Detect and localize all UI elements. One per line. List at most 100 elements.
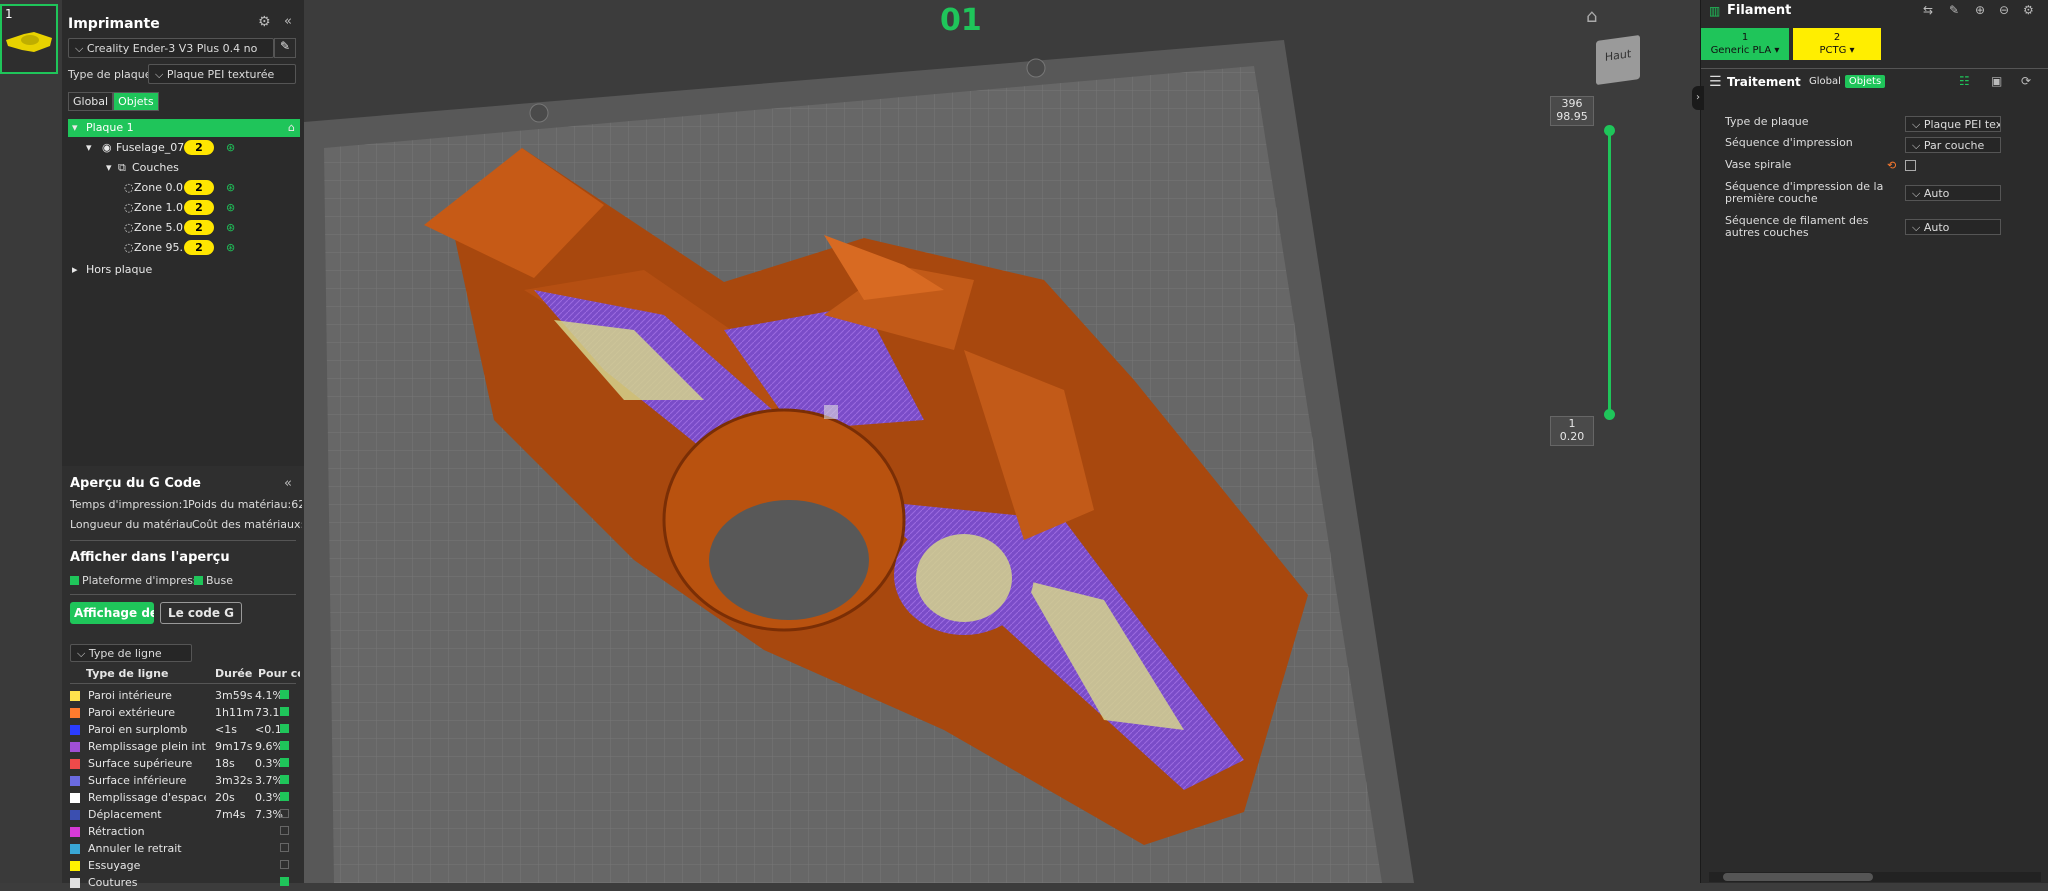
print-sequence-select[interactable]: ⌵ Par couche [1905, 137, 2001, 153]
settings-icon[interactable]: ⊛ [226, 221, 235, 234]
tree-row-off-plate[interactable]: ▸ Hors plaque [68, 261, 300, 279]
legend-visibility-checkbox[interactable] [280, 724, 289, 733]
horizontal-scrollbar[interactable] [1709, 872, 2041, 882]
show-in-preview-title: Afficher dans l'aperçu [70, 550, 230, 565]
tree-row-zone[interactable]: ◌ Zone 95. 2 ⊛ [68, 239, 300, 257]
layer-slider-bottom-handle[interactable] [1604, 409, 1615, 420]
gcode-view-button[interactable]: Le code G [160, 602, 242, 624]
legend-visibility-checkbox[interactable] [280, 860, 289, 869]
plate-thumbnail[interactable]: 1 [0, 4, 58, 74]
filament-badge[interactable]: 2 [184, 220, 214, 235]
home-icon[interactable]: ⌂ [1586, 6, 1597, 27]
panel-toggle-handle[interactable]: › [1692, 86, 1704, 110]
bed-checkbox[interactable] [70, 576, 79, 585]
legend-visibility-checkbox[interactable] [280, 843, 289, 852]
legend-name: Essuyage [88, 859, 141, 872]
legend-visibility-checkbox[interactable] [280, 741, 289, 750]
plate-thumbnail-number: 1 [5, 7, 13, 21]
print-time: Temps d'impression:1h37m [70, 498, 188, 511]
settings-icon[interactable]: ⊛ [226, 241, 235, 254]
tree-row-zone[interactable]: ◌ Zone 1.0 2 ⊛ [68, 199, 300, 217]
line-type-select[interactable]: ⌵ Type de ligne [70, 644, 192, 662]
tab-global[interactable]: Global [68, 92, 114, 111]
caret-down-icon: ▾ [1849, 45, 1855, 56]
remove-icon[interactable]: ⊖ [1999, 3, 2009, 17]
gear-icon[interactable]: ⚙ [2023, 3, 2034, 17]
printer-select[interactable]: ⌵ Creality Ender-3 V3 Plus 0.4 no [68, 38, 274, 58]
plate-type-select[interactable]: ⌵ Plaque PEI tex... [1905, 116, 2001, 132]
left-sidebar: Imprimante ⚙ « ⌵ Creality Ender-3 V3 Plu… [62, 0, 304, 889]
filament-badge[interactable]: 2 [184, 140, 214, 155]
plate-settings-icon[interactable]: ⌂ [288, 121, 295, 134]
spiral-vase-checkbox[interactable] [1905, 160, 1916, 171]
legend-visibility-checkbox[interactable] [280, 707, 289, 716]
legend-col-percent: Pour cent [258, 667, 300, 680]
legend-duration: 18s [215, 757, 235, 770]
filament-badge[interactable]: 2 [184, 240, 214, 255]
nozzle-checkbox[interactable] [194, 576, 203, 585]
legend-visibility-checkbox[interactable] [280, 775, 289, 784]
refresh-icon[interactable]: ⟳ [2021, 74, 2031, 88]
filament-badge[interactable]: 2 [184, 200, 214, 215]
scrollbar-thumb[interactable] [1723, 873, 1873, 881]
material-weight: Poids du matériau:62.0 [188, 498, 302, 511]
process-row-value: Plaque PEI tex... [1923, 118, 2001, 131]
tree-row-object[interactable]: ▾ ◉ Fuselage_07 2 ⊛ [68, 139, 300, 157]
plate-type-select[interactable]: ⌵ Plaque PEI texturée [148, 64, 296, 84]
tree-off-plate-label: Hors plaque [86, 263, 153, 276]
legend-name: Paroi intérieure [88, 689, 172, 702]
process-row-print-sequence: Séquence d'impression ⌵ Par couche [1725, 137, 2045, 153]
legend-visibility-checkbox[interactable] [280, 826, 289, 835]
expand-icon: ▾ [86, 141, 92, 154]
line-type-select-value: Type de ligne [88, 647, 162, 660]
tree-row-layers[interactable]: ▾ ⧉ Couches [68, 159, 300, 177]
legend-row: Surface inférieure 3m32s 3.7% [70, 773, 300, 789]
right-sidebar: ▥ Filament ⇆ ✎ ⊕ ⊖ ⚙ 1 Generic PLA ▾ 2 P… [1700, 0, 2048, 883]
settings-icon[interactable]: ⊛ [226, 141, 235, 154]
tab-objects[interactable]: Objets [1844, 75, 1886, 88]
legend-visibility-checkbox[interactable] [280, 792, 289, 801]
bed-checkbox-label: Plateforme d'impression [82, 574, 194, 587]
filament-slot-2[interactable]: 2 PCTG ▾ [1793, 28, 1881, 60]
sync-icon[interactable]: ⇆ [1923, 3, 1933, 17]
collapse-icon[interactable]: « [284, 476, 292, 491]
legend-swatch [70, 742, 80, 752]
zone-icon: ◌ [124, 221, 134, 234]
tree-row-zone[interactable]: ◌ Zone 0.0 2 ⊛ [68, 179, 300, 197]
3d-viewport[interactable]: 01 ⌂ [304, 0, 1700, 883]
other-layers-sequence-select[interactable]: ⌵ Auto [1905, 219, 2001, 235]
chevron-right-icon: › [1696, 92, 1700, 103]
layer-slider-track[interactable] [1608, 130, 1611, 415]
tab-global[interactable]: Global [1805, 75, 1845, 88]
filament-slot-1[interactable]: 1 Generic PLA ▾ [1701, 28, 1789, 60]
process-row-first-layer-sequence: Séquence d'impression de la première cou… [1725, 181, 2045, 207]
process-row-label: Séquence de filament des autres couches [1725, 214, 1869, 239]
display-mode-button[interactable]: Affichage des [70, 602, 154, 624]
legend-row: Surface supérieure 18s 0.3% [70, 756, 300, 772]
layer-slider-top-handle[interactable] [1604, 125, 1615, 136]
reset-icon[interactable]: ⟲ [1887, 159, 1896, 172]
legend-visibility-checkbox[interactable] [280, 690, 289, 699]
filament-badge[interactable]: 2 [184, 180, 214, 195]
compare-icon[interactable]: ▣ [1991, 74, 2002, 88]
tree-row-zone[interactable]: ◌ Zone 5.0 2 ⊛ [68, 219, 300, 237]
chevron-down-icon: ⌵ [1912, 221, 1924, 234]
process-panel-title: Traitement [1727, 75, 1801, 89]
collapse-icon[interactable]: « [284, 14, 292, 29]
tab-objects[interactable]: Objets [113, 92, 159, 111]
settings-icon[interactable]: ⊛ [226, 181, 235, 194]
edit-printer-button[interactable]: ✎ [274, 38, 296, 58]
view-cube[interactable]: Haut [1596, 34, 1640, 86]
add-icon[interactable]: ⊕ [1975, 3, 1985, 17]
legend-visibility-checkbox[interactable] [280, 877, 289, 886]
list-view-icon[interactable]: ☷ [1959, 74, 1970, 88]
settings-icon[interactable]: ⊛ [226, 201, 235, 214]
first-layer-sequence-select[interactable]: ⌵ Auto [1905, 185, 2001, 201]
edit-icon[interactable]: ✎ [1949, 3, 1959, 17]
legend-visibility-checkbox[interactable] [280, 809, 289, 818]
tree-row-plate[interactable]: ▾ Plaque 1 ⌂ [68, 119, 300, 137]
legend-visibility-checkbox[interactable] [280, 758, 289, 767]
gear-icon[interactable]: ⚙ [258, 14, 271, 30]
material-length: Longueur du matériau:20.80m [70, 518, 192, 531]
eye-icon[interactable]: ◉ [102, 141, 112, 154]
